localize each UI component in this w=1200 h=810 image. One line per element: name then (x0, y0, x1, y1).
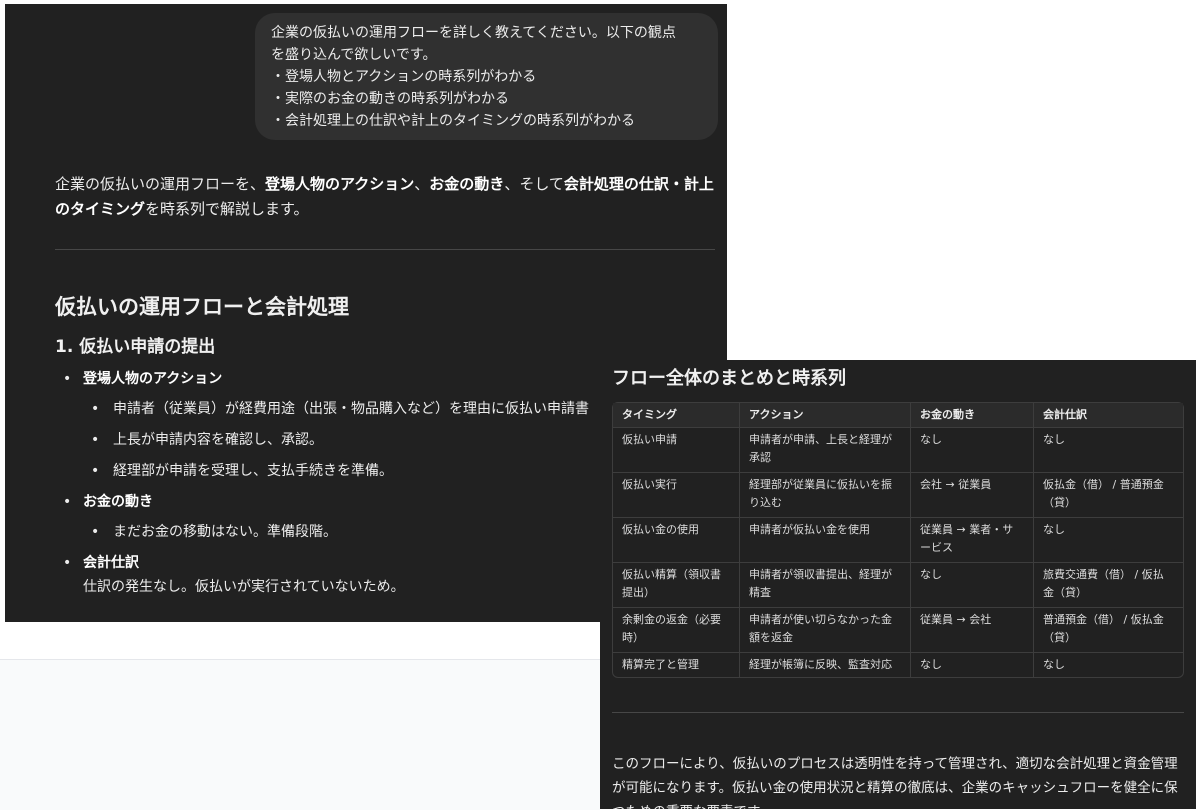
user-message-bubble: 企業の仮払いの運用フローを詳しく教えてください。以下の観点 を盛り込んで欲しいで… (255, 13, 718, 140)
table-cell: 旅費交通費（借） / 仮払金（貸） (1034, 563, 1183, 608)
table-cell: なし (911, 563, 1034, 608)
table-cell: 仮払い精算（領収書提出） (613, 563, 740, 608)
column-header: 会計仕訳 (1034, 403, 1183, 428)
table-cell: 従業員 → 業者・サービス (911, 518, 1034, 563)
intro-text: 、 (414, 175, 430, 193)
intro-bold: 登場人物のアクション (265, 175, 415, 193)
table-cell: なし (911, 653, 1034, 677)
intro-text: を時系列で解説します。 (145, 200, 309, 218)
money-label: お金の動き (83, 494, 153, 510)
user-message-line: ・登場人物とアクションの時系列がわかる (271, 69, 537, 85)
user-message-line: 企業の仮払いの運用フローを詳しく教えてください。以下の観点 (271, 25, 676, 41)
table-cell: 申請者が領収書提出、経理が精査 (740, 563, 911, 608)
column-header: お金の動き (911, 403, 1034, 428)
column-header: タイミング (613, 403, 740, 428)
table-row: 仮払い精算（領収書提出） 申請者が領収書提出、経理が精査 なし 旅費交通費（借）… (613, 563, 1183, 608)
table-cell: 余剰金の返金（必要時） (613, 608, 740, 653)
table-row: 仮払い実行 経理部が従業員に仮払いを振り込む 会社 → 従業員 仮払金（借） /… (613, 473, 1183, 518)
table-cell: 普通預金（借） / 仮払金（貸） (1034, 608, 1183, 653)
table-cell: なし (1034, 428, 1183, 473)
summary-table: タイミング アクション お金の動き 会計仕訳 仮払い申請 申請者が申請、上長と経… (612, 402, 1184, 678)
intro-text: 、そして (504, 175, 564, 193)
entry-label: 会計仕訳 (83, 555, 139, 571)
table-cell: 仮払い実行 (613, 473, 740, 518)
intro-text: 企業の仮払いの運用フローを、 (55, 175, 266, 193)
table-cell: 経理が帳簿に反映、監査対応 (740, 653, 911, 677)
table-cell: なし (1043, 658, 1065, 671)
table-row: 精算完了と管理 経理が帳簿に反映、監査対応 なし なし (613, 653, 1183, 677)
table-cell: 仮払い金の使用 (613, 518, 740, 563)
table-header-row: タイミング アクション お金の動き 会計仕訳 (613, 403, 1183, 428)
divider (55, 249, 715, 250)
step-title: 1. 仮払い申請の提出 (55, 337, 216, 357)
column-header: アクション (740, 403, 911, 428)
table-cell: なし (911, 428, 1034, 473)
table-cell: 仮払い申請 (613, 428, 740, 473)
table-cell: 申請者が仮払い金を使用 (740, 518, 911, 563)
table-row: 仮払い金の使用 申請者が仮払い金を使用 従業員 → 業者・サービス なし (613, 518, 1183, 563)
table-row: 余剰金の返金（必要時） 申請者が使い切らなかった金額を返金 従業員 → 会社 普… (613, 608, 1183, 653)
actions-label: 登場人物のアクション (83, 371, 223, 387)
section-title: 仮払いの運用フローと会計処理 (55, 295, 349, 319)
table-cell: 申請者が申請、上長と経理が承認 (740, 428, 911, 473)
background-area (0, 659, 600, 810)
table-cell: 経理部が従業員に仮払いを振り込む (740, 473, 911, 518)
table-cell: 精算完了と管理 (613, 653, 740, 677)
response-intro: 企業の仮払いの運用フローを、登場人物のアクション、お金の動き、そして会計処理の仕… (55, 172, 715, 222)
intro-bold: お金の動き (429, 175, 505, 193)
table-cell: なし (1034, 518, 1183, 563)
summary-panel: フロー全体のまとめと時系列 タイミング アクション お金の動き 会計仕訳 仮払い… (600, 360, 1196, 809)
summary-conclusion: このフローにより、仮払いのプロセスは透明性を持って管理され、適切な会計処理と資金… (612, 756, 1178, 809)
table-cell: 仮払金（借） / 普通預金（貸） (1034, 473, 1183, 518)
table-cell: 会社 → 従業員 (911, 473, 1034, 518)
table-cell: 従業員 → 会社 (911, 608, 1034, 653)
summary-title: フロー全体のまとめと時系列 (612, 368, 846, 389)
user-message-line: を盛り込んで欲しいです。 (271, 47, 437, 63)
table-cell: 申請者が使い切らなかった金額を返金 (740, 608, 911, 653)
table-row: 仮払い申請 申請者が申請、上長と経理が承認 なし なし (613, 428, 1183, 473)
user-message-line: ・会計処理上の仕訳や計上のタイミングの時系列がわかる (271, 113, 635, 129)
divider (612, 712, 1184, 713)
user-message-line: ・実際のお金の動きの時系列がわかる (271, 91, 509, 107)
